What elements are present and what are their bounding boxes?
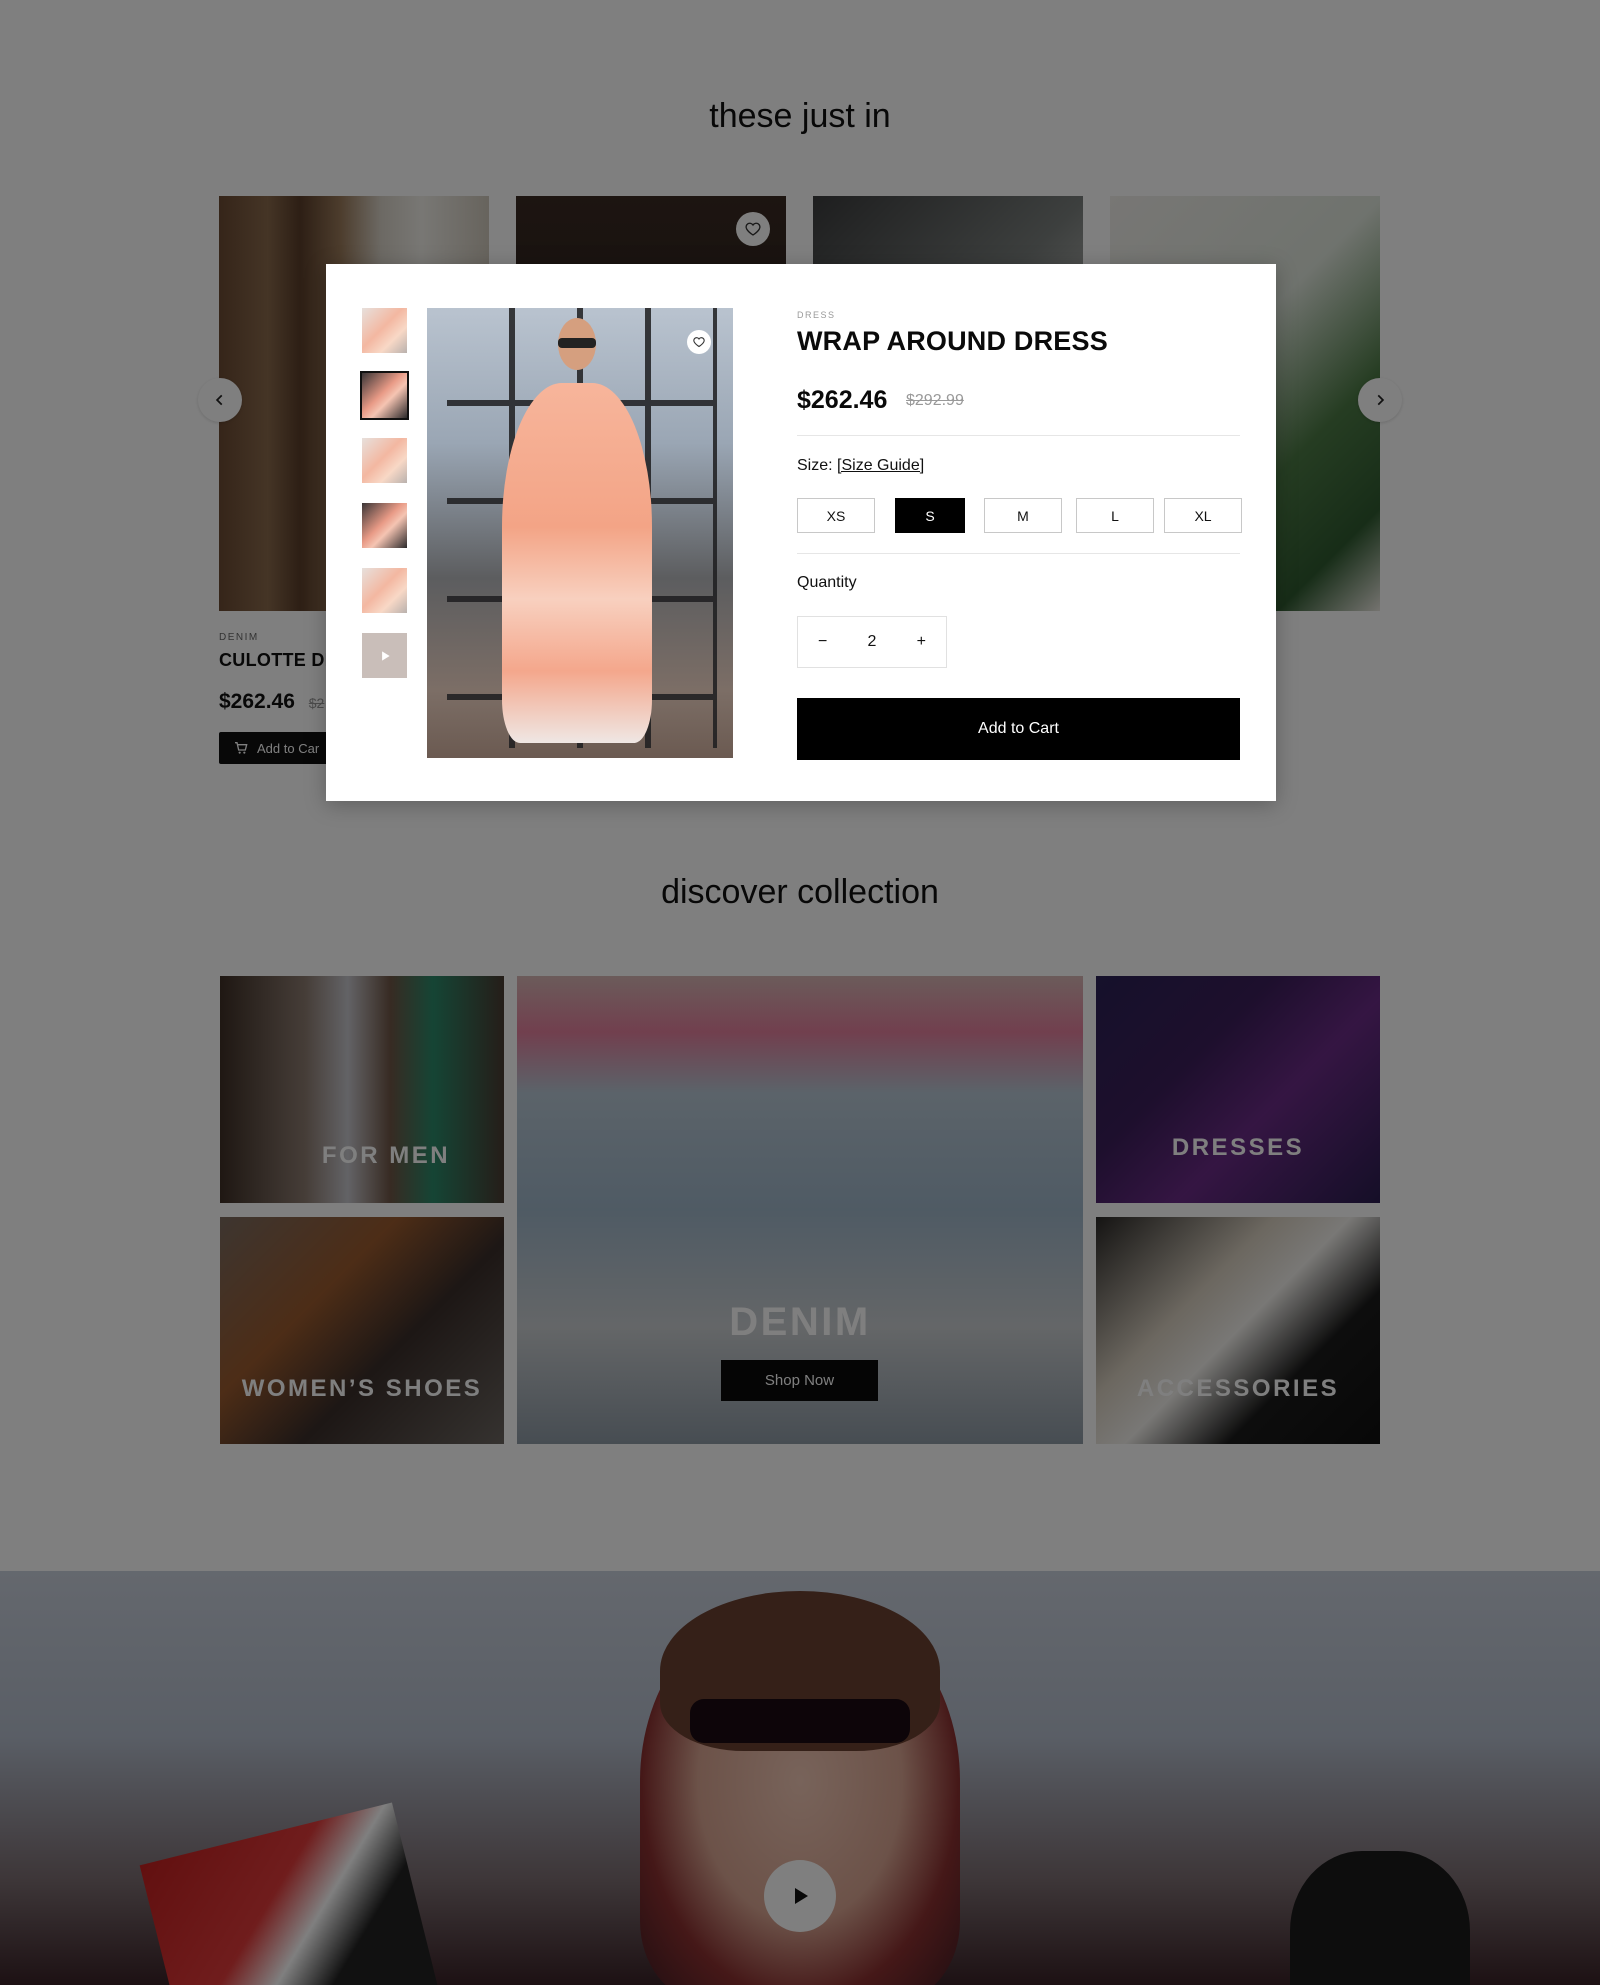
product-main-image[interactable] (427, 308, 733, 758)
size-option-m[interactable]: M (984, 498, 1062, 533)
thumbnail-1[interactable] (362, 308, 407, 353)
divider (797, 435, 1240, 436)
thumbnail-video[interactable] (362, 633, 407, 678)
size-option-s[interactable]: S (895, 498, 965, 533)
size-guide-link[interactable]: [Size Guide] (837, 457, 924, 474)
wishlist-button[interactable] (687, 330, 711, 354)
heart-icon (693, 337, 705, 348)
size-label-text: Size: (797, 457, 838, 474)
product-category: DRESS (797, 310, 836, 320)
quantity-value[interactable]: 2 (868, 633, 877, 651)
thumbnail-2[interactable] (360, 371, 409, 420)
size-option-xl[interactable]: XL (1164, 498, 1242, 533)
product-price: $262.46 (797, 386, 888, 414)
image-dress (502, 383, 652, 743)
thumbnail-5[interactable] (362, 568, 407, 613)
play-icon (381, 650, 390, 661)
product-title: WRAP AROUND DRESS (797, 326, 1108, 356)
image-model-sunglasses (558, 338, 596, 348)
divider (797, 553, 1240, 554)
size-label: Size: [Size Guide] (797, 457, 924, 475)
thumbnail-3[interactable] (362, 438, 407, 483)
product-old-price: $292.99 (906, 392, 964, 409)
size-option-l[interactable]: L (1076, 498, 1154, 533)
quick-view-modal: DRESS WRAP AROUND DRESS $262.46 $292.99 … (326, 264, 1276, 801)
thumbnail-4[interactable] (362, 503, 407, 548)
add-to-cart-button[interactable]: Add to Cart (797, 698, 1240, 760)
size-option-xs[interactable]: XS (797, 498, 875, 533)
quantity-decrease-button[interactable]: − (818, 633, 827, 651)
quantity-stepper: − 2 + (797, 616, 947, 668)
quantity-increase-button[interactable]: + (917, 633, 926, 651)
quantity-label: Quantity (797, 574, 857, 591)
